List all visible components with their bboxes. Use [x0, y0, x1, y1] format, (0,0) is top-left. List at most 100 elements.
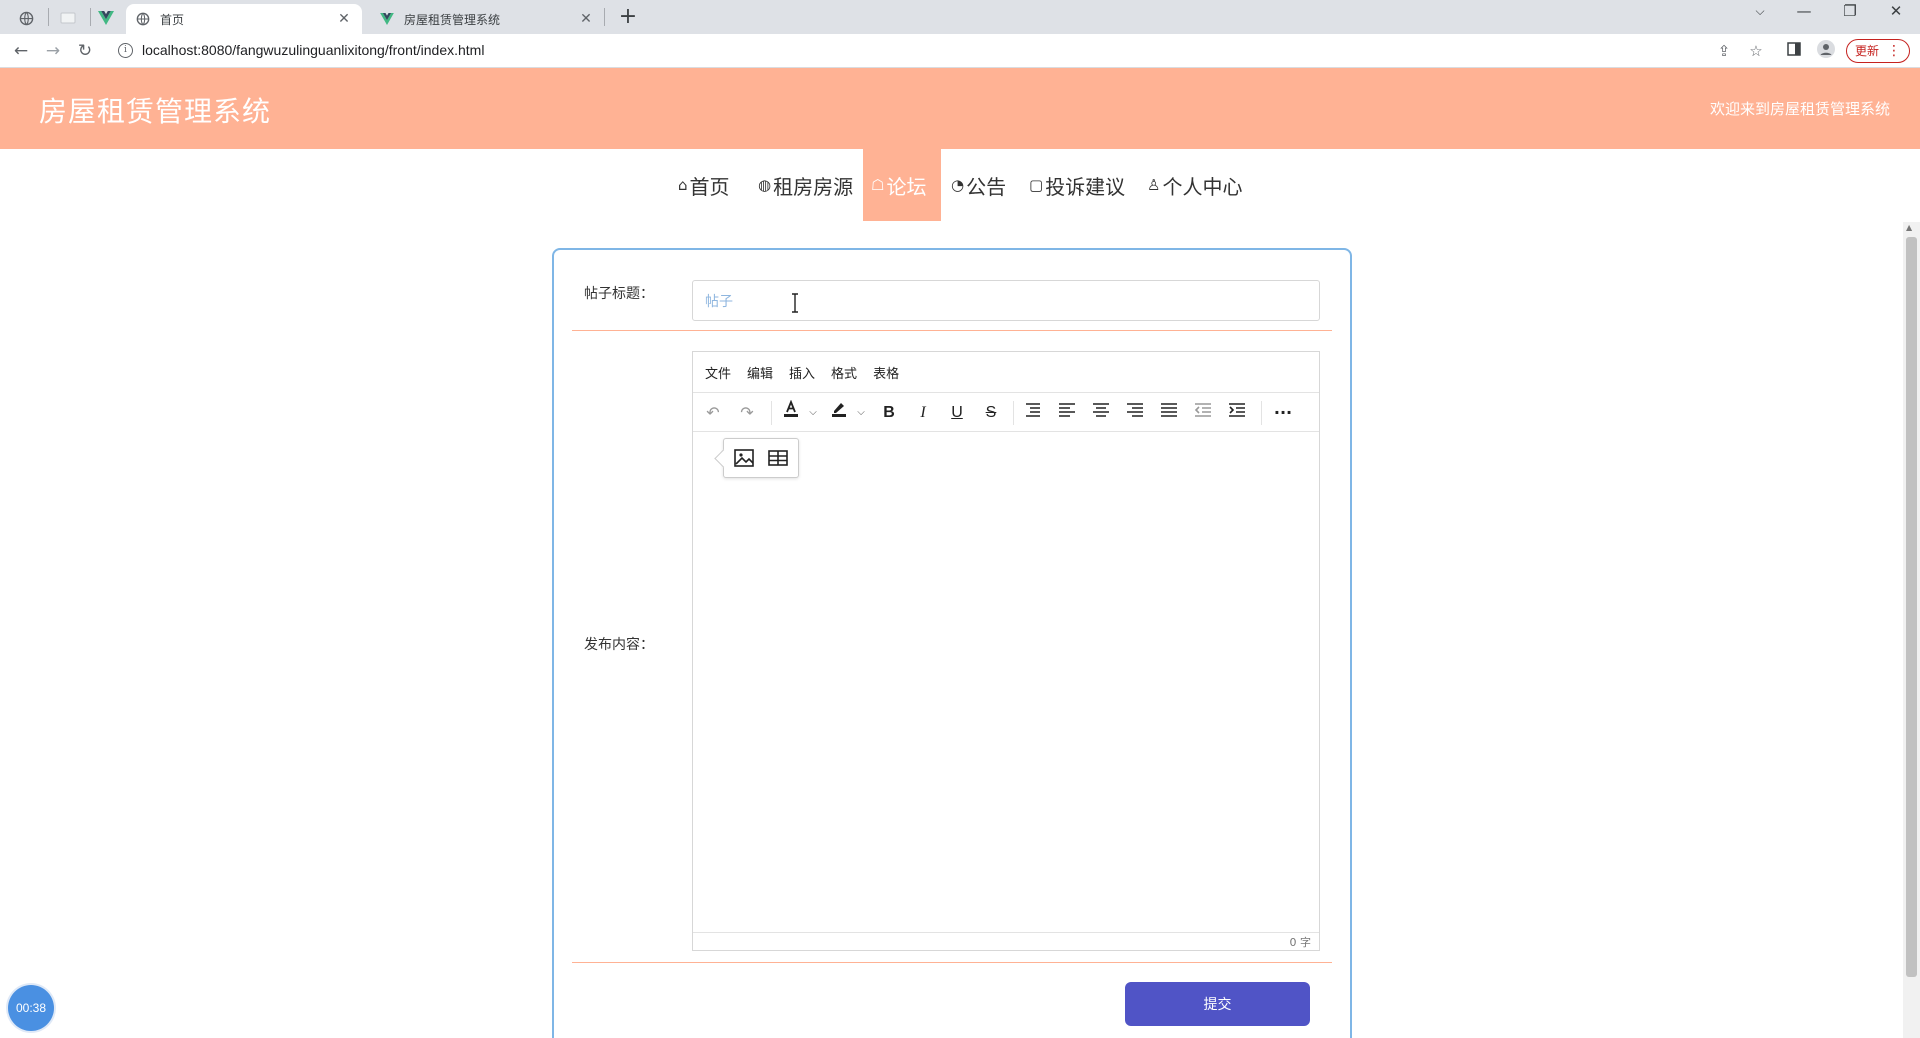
text-color-glyph — [784, 399, 798, 417]
divider — [572, 330, 1332, 331]
align-left-icon[interactable] — [1053, 400, 1081, 426]
quick-insert-popup — [723, 438, 799, 478]
underline-icon[interactable]: U — [943, 400, 971, 426]
chevron-down-icon[interactable]: ⌵ — [807, 400, 819, 426]
menu-file[interactable]: 文件 — [705, 363, 731, 382]
editor-menubar: 文件 编辑 插入 格式 表格 — [693, 352, 1319, 392]
chevron-down-icon[interactable]: ⌵ — [855, 400, 867, 426]
insert-table-icon[interactable] — [766, 446, 792, 472]
pinned-tab-vue[interactable] — [88, 5, 124, 31]
minimize-icon[interactable]: — — [1784, 2, 1824, 20]
update-label: 更新 — [1855, 44, 1880, 58]
side-panel-icon[interactable] — [1782, 40, 1806, 62]
align-left-glyph — [1059, 403, 1075, 417]
outdent-glyph — [1194, 403, 1211, 417]
vue-logo-icon — [380, 13, 394, 25]
outdent-icon[interactable] — [1189, 400, 1217, 426]
scroll-up-icon[interactable]: ▲ — [1906, 223, 1912, 232]
submit-button[interactable]: 提交 — [1125, 982, 1310, 1026]
globe-icon — [136, 12, 150, 26]
text-color-icon[interactable] — [777, 399, 805, 426]
user-icon: ♙ — [1147, 176, 1161, 194]
word-count: 0 字 — [1289, 936, 1312, 949]
tab-home[interactable]: 首页 ✕ — [126, 4, 362, 34]
globe-icon: ◍ — [758, 176, 772, 194]
align-justify-icon[interactable] — [1155, 400, 1183, 426]
home-icon: ⌂ — [678, 176, 688, 194]
bold-icon[interactable]: B — [875, 400, 903, 426]
site-header: 房屋租赁管理系统 欢迎来到房屋租赁管理系统 — [0, 68, 1920, 149]
align-right-glyph — [1127, 403, 1143, 417]
new-tab-button[interactable]: + — [614, 4, 642, 29]
nav-label: 公告 — [966, 174, 1007, 199]
share-icon[interactable]: ⇪ — [1712, 40, 1736, 62]
side-panel-glyph — [1787, 42, 1801, 56]
vue-logo-icon — [98, 11, 114, 25]
back-icon[interactable]: ← — [8, 39, 34, 63]
divider — [572, 962, 1332, 963]
chat-icon: ☖ — [871, 176, 885, 194]
rich-text-editor: 文件 编辑 插入 格式 表格 ↶ ↷ ⌵ ⌵ B I U S ··· 0 字 — [692, 351, 1320, 951]
nav-item-profile[interactable]: ♙ 个人中心 — [1139, 149, 1250, 221]
bookmark-star-icon[interactable]: ☆ — [1744, 40, 1768, 62]
align-right-icon[interactable] — [1121, 400, 1149, 426]
post-title-label: 帖子标题： — [584, 286, 654, 302]
pinned-tab-globe[interactable] — [8, 5, 44, 31]
nav-item-complaints[interactable]: ▢ 投诉建议 — [1021, 149, 1133, 221]
align-justify-glyph — [1161, 403, 1177, 417]
italic-icon[interactable]: I — [909, 400, 937, 426]
nav-label: 论坛 — [886, 174, 927, 199]
more-tools-icon[interactable]: ··· — [1269, 400, 1297, 426]
line-height-glyph — [1026, 403, 1040, 417]
editor-toolbar: ↶ ↷ ⌵ ⌵ B I U S ··· — [693, 392, 1319, 432]
line-height-icon[interactable] — [1019, 400, 1047, 426]
more-menu-icon[interactable]: ⋮ — [1887, 40, 1901, 62]
nav-item-forum[interactable]: ☖ 论坛 — [863, 149, 941, 221]
forward-icon[interactable]: → — [40, 39, 66, 63]
highlight-glyph — [832, 403, 846, 417]
nav-item-home[interactable]: ⌂ 首页 — [670, 149, 738, 221]
scrollbar-thumb[interactable] — [1906, 237, 1917, 977]
menu-insert[interactable]: 插入 — [789, 363, 815, 382]
restore-icon[interactable]: ❐ — [1830, 2, 1870, 20]
undo-icon[interactable]: ↶ — [699, 400, 727, 426]
tab-title: 房屋租赁管理系统 — [404, 12, 501, 27]
site-info-icon[interactable]: i — [118, 43, 133, 58]
menu-format[interactable]: 格式 — [831, 363, 857, 382]
welcome-text: 欢迎来到房屋租赁管理系统 — [1709, 100, 1890, 118]
align-center-icon[interactable] — [1087, 400, 1115, 426]
nav-item-announcements[interactable]: ◔ 公告 — [943, 149, 1014, 221]
post-title-input[interactable] — [692, 280, 1320, 321]
tab-close-icon[interactable]: ✕ — [336, 11, 352, 27]
globe-icon — [19, 11, 33, 25]
note-icon: ▢ — [1029, 176, 1044, 194]
main-nav: ⌂ 首页 ◍ 租房房源 ☖ 论坛 ◔ 公告 ▢ 投诉建议 ♙ 个人中心 — [0, 149, 1920, 221]
indent-glyph — [1229, 403, 1245, 417]
reload-icon[interactable]: ↻ — [72, 39, 98, 63]
update-button[interactable]: 更新 ⋮ — [1846, 39, 1911, 63]
menu-edit[interactable]: 编辑 — [747, 363, 773, 382]
tab-house-rental[interactable]: 房屋租赁管理系统 ✕ — [370, 4, 604, 34]
redo-icon[interactable]: ↷ — [733, 400, 761, 426]
nav-label: 个人中心 — [1162, 174, 1243, 199]
menu-table[interactable]: 表格 — [873, 363, 899, 382]
tab-title: 首页 — [160, 12, 185, 27]
tab-close-icon[interactable]: ✕ — [578, 11, 594, 27]
site-title: 房屋租赁管理系统 — [39, 95, 272, 128]
nav-label: 租房房源 — [773, 174, 854, 199]
browser-tab-bar: 首页 ✕ 房屋租赁管理系统 ✕ + ⌵ — ❐ ✕ — [0, 0, 1920, 34]
nav-label: 投诉建议 — [1045, 174, 1126, 199]
nav-item-rentals[interactable]: ◍ 租房房源 — [750, 149, 861, 221]
url-field[interactable]: localhost:8080/fangwuzulinguanlixitong/f… — [142, 42, 484, 58]
post-content-label: 发布内容： — [584, 637, 654, 653]
strikethrough-icon[interactable]: S — [977, 400, 1005, 426]
close-window-icon[interactable]: ✕ — [1876, 2, 1916, 20]
align-center-glyph — [1093, 403, 1109, 417]
tab-search-icon[interactable]: ⌵ — [1740, 4, 1780, 19]
highlight-color-icon[interactable] — [825, 400, 853, 426]
profile-avatar-icon[interactable] — [1814, 40, 1838, 62]
indent-icon[interactable] — [1223, 400, 1251, 426]
text-cursor-icon — [792, 293, 798, 313]
insert-image-icon[interactable] — [732, 446, 758, 472]
pinned-tab-blank[interactable] — [50, 5, 86, 31]
